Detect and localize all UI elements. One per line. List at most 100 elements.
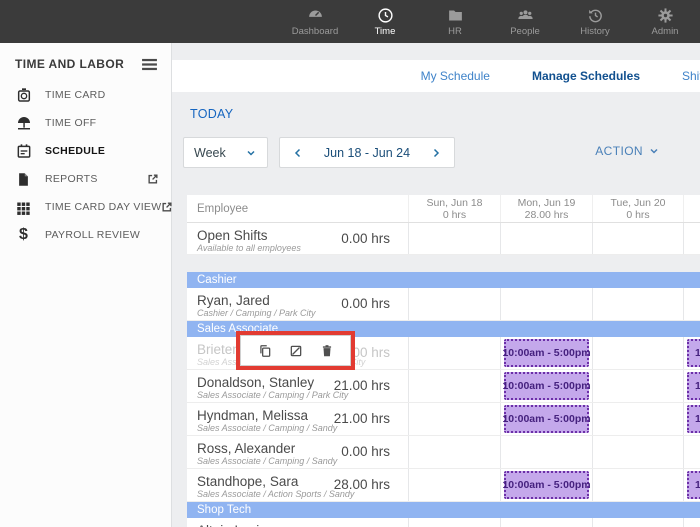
nav-label: HR: [448, 26, 462, 37]
schedule-cell[interactable]: 10:00am - 5:00pm: [500, 337, 592, 369]
folder-icon: [447, 7, 464, 24]
nav-label: People: [510, 26, 540, 37]
schedule-cell[interactable]: [592, 436, 683, 468]
table-row[interactable]: Hyndman, Melissa Sales Associate / Campi…: [187, 403, 700, 436]
gear-icon: [657, 7, 674, 24]
schedule-cell[interactable]: [592, 370, 683, 402]
sidebar-item-payroll-review[interactable]: $ PAYROLL REVIEW: [0, 221, 171, 249]
schedule-cell: [683, 223, 700, 254]
employee-hours: 0.00 hrs: [341, 444, 390, 459]
clock-icon: [377, 7, 394, 24]
shift-block[interactable]: 10:00am - 5:00pm: [504, 372, 589, 400]
period-select[interactable]: Week: [183, 137, 268, 168]
nav-time[interactable]: Time: [350, 0, 420, 43]
sidebar-item-label: REPORTS: [45, 173, 147, 185]
schedule-cell[interactable]: [592, 469, 683, 501]
table-row[interactable]: Standhope, Sara Sales Associate / Action…: [187, 469, 700, 502]
schedule-cell[interactable]: [408, 370, 500, 402]
schedule-cell: [683, 288, 700, 320]
nav-hr[interactable]: HR: [420, 0, 490, 43]
schedule-cell[interactable]: 10:00am - 5:00pm: [500, 403, 592, 435]
table-row[interactable]: Altair, Lexi 0.00 hrs: [187, 518, 700, 527]
date-range-label: Jun 18 - Jun 24: [324, 146, 410, 160]
people-icon: [517, 7, 534, 24]
open-shifts-row[interactable]: Open Shifts Available to all employees 0…: [187, 223, 700, 255]
clear-shift-icon[interactable]: [289, 344, 303, 358]
sidebar-item-time-off[interactable]: TIME OFF: [0, 109, 171, 137]
nav-label: Time: [375, 26, 396, 37]
time-card-icon: [15, 87, 32, 104]
schedule-cell[interactable]: [408, 436, 500, 468]
today-link[interactable]: TODAY: [190, 107, 233, 121]
shift-block[interactable]: 10:00am - 5:00pm: [687, 405, 700, 433]
main-content: My Schedule Manage Schedules Shift TODAY…: [172, 43, 700, 527]
sidebar-item-schedule[interactable]: SCHEDULE: [0, 137, 171, 165]
external-link-icon: [147, 173, 159, 185]
period-value: Week: [194, 146, 226, 160]
calendar-icon: [15, 143, 32, 160]
action-menu-button[interactable]: ACTION: [595, 144, 660, 158]
shift-block[interactable]: 10:00am - 5:00pm: [504, 471, 589, 499]
schedule-cell[interactable]: [408, 223, 500, 254]
schedule-cell[interactable]: [408, 337, 500, 369]
schedule-cell[interactable]: [408, 403, 500, 435]
shift-actions-toolbar: [240, 335, 351, 366]
chevron-down-icon: [648, 145, 660, 157]
sidebar-item-time-card[interactable]: TIME CARD: [0, 81, 171, 109]
nav-people[interactable]: People: [490, 0, 560, 43]
shift-block[interactable]: 10:00am - 5:00pm: [687, 339, 700, 367]
delete-icon[interactable]: [320, 344, 334, 358]
shift-block[interactable]: 10:00am - 5:00pm: [504, 339, 589, 367]
schedule-cell[interactable]: [592, 518, 683, 527]
schedule-cell[interactable]: [592, 223, 683, 254]
schedule-tabbar: My Schedule Manage Schedules Shift: [172, 60, 700, 92]
schedule-cell[interactable]: [592, 288, 683, 320]
sidebar-item-label: TIME CARD: [45, 89, 159, 101]
day-header-tue: Tue, Jun 20 0 hrs: [592, 195, 683, 222]
document-icon: [15, 171, 32, 188]
shift-block[interactable]: 10:00am - 5:00pm: [504, 405, 589, 433]
schedule-cell[interactable]: 10:00am - 5:00pm: [500, 469, 592, 501]
schedule-cell: [683, 436, 700, 468]
table-row[interactable]: Ryan, Jared Cashier / Camping / Park Cit…: [187, 288, 700, 321]
day-header-mon: Mon, Jun 19 28.00 hrs: [500, 195, 592, 222]
copy-icon[interactable]: [258, 344, 272, 358]
nav-dashboard[interactable]: Dashboard: [280, 0, 350, 43]
date-range-nav: Jun 18 - Jun 24: [279, 137, 455, 168]
sidebar-item-label: SCHEDULE: [45, 145, 159, 157]
chevron-left-icon[interactable]: [292, 147, 304, 159]
schedule-cell[interactable]: [408, 518, 500, 527]
sidebar-item-time-card-day-view[interactable]: TIME CARD DAY VIEW: [0, 193, 171, 221]
table-row[interactable]: Donaldson, Stanley Sales Associate / Cam…: [187, 370, 700, 403]
employee-hours: 21.00 hrs: [334, 411, 390, 426]
schedule-cell: 10:00am - 5:00pm: [683, 370, 700, 402]
employee-hours: 0.00 hrs: [341, 296, 390, 311]
menu-icon[interactable]: [142, 58, 157, 71]
employee-hours: 21.00 hrs: [334, 378, 390, 393]
shift-block[interactable]: 10:00am - 5:00pm: [687, 372, 700, 400]
employee-hours: 28.00 hrs: [334, 477, 390, 492]
nav-admin[interactable]: Admin: [630, 0, 700, 43]
nav-history[interactable]: History: [560, 0, 630, 43]
schedule-cell[interactable]: [592, 403, 683, 435]
schedule-cell[interactable]: [500, 436, 592, 468]
shift-block[interactable]: 10:00am - 5:00pm: [687, 471, 700, 499]
schedule-cell[interactable]: [408, 469, 500, 501]
schedule-cell[interactable]: [408, 288, 500, 320]
schedule-cell[interactable]: [500, 223, 592, 254]
schedule-cell[interactable]: [500, 288, 592, 320]
annotation-highlight-box: [236, 331, 355, 370]
tab-shift[interactable]: Shift: [682, 69, 700, 83]
schedule-cell[interactable]: 10:00am - 5:00pm: [500, 370, 592, 402]
tab-my-schedule[interactable]: My Schedule: [421, 69, 490, 83]
nav-label: Admin: [652, 26, 679, 37]
table-row[interactable]: Ross, Alexander Sales Associate / Campin…: [187, 436, 700, 469]
chevron-right-icon[interactable]: [430, 147, 442, 159]
schedule-cell[interactable]: [592, 337, 683, 369]
sidebar-item-label: PAYROLL REVIEW: [45, 229, 159, 241]
sidebar-item-reports[interactable]: REPORTS: [0, 165, 171, 193]
group-header-shop-tech: Shop Tech: [187, 502, 700, 518]
tab-manage-schedules[interactable]: Manage Schedules: [532, 69, 640, 83]
grid-icon: [15, 199, 32, 216]
schedule-cell[interactable]: [500, 518, 592, 527]
